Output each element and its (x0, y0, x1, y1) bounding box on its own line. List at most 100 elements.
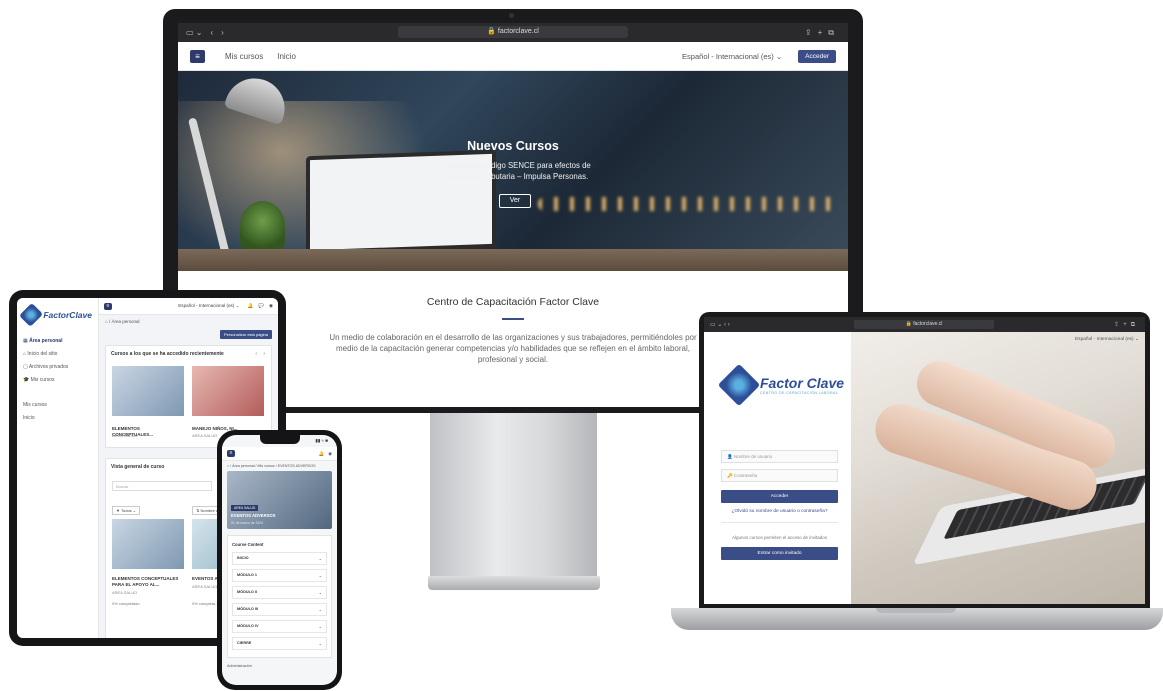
menu-toggle-button[interactable]: ≡ (190, 49, 205, 63)
phone-footer: Administración (227, 664, 252, 668)
back-icon[interactable]: ‹ (210, 28, 213, 37)
menu-item-private-files[interactable]: ▢ Archivos privados (23, 360, 92, 373)
section-row[interactable]: INICIO ⌄ (232, 552, 327, 565)
forgot-password-link[interactable]: ¿Olvidó su nombre de usuario o contraseñ… (721, 509, 838, 514)
avatar[interactable]: ◉ (269, 303, 273, 309)
customize-page-button[interactable]: Personalizar esta página (219, 330, 272, 339)
hero-banner: Nuevos Cursos Cursos con código SENCE pa… (178, 71, 848, 271)
tablet-language[interactable]: Español - Internacional (es) ⌄ (178, 303, 239, 309)
section-row[interactable]: CIERRE ⌄ (232, 637, 327, 650)
site-navbar: ≡ Mis cursos Inicio Español - Internacio… (178, 42, 848, 71)
laptop-screen: ▭ ⌄ ‹ › 🔒 factorclave.cl ⇪+⧉ Español - I… (704, 317, 1145, 604)
phone-screen: ▮▮ ≈ ■ ≡ 🔔 ◉ ⌂ / Área personal / Mis cur… (222, 435, 337, 685)
logo-text: Factor Clave (760, 375, 845, 391)
laptop-base (671, 608, 1163, 630)
laptop-device: ▭ ⌄ ‹ › 🔒 factorclave.cl ⇪+⧉ Español - I… (699, 312, 1150, 608)
monitor-stand (430, 413, 597, 578)
hero-view-button[interactable]: Ver (499, 194, 531, 208)
logo-subtitle: CENTRO DE CAPACITACIÓN LABORAL (760, 391, 839, 395)
recent-courses-title: Cursos a los que se ha accedido reciente… (111, 351, 224, 357)
course-progress: 0% completa... (192, 601, 219, 606)
nav-home[interactable]: Inicio (277, 52, 296, 61)
laptop-language-selector[interactable]: Español - Internacional (es) ⌄ (1075, 337, 1139, 342)
divider (721, 522, 838, 523)
guest-access-note: Algunos cursos permiten el acceso de inv… (731, 535, 828, 540)
url-text: factorclave.cl (497, 28, 539, 35)
section-row[interactable]: MÓDULO IV ⌄ (232, 620, 327, 633)
login-submit-button[interactable]: Acceder (721, 490, 838, 503)
phone-device: ▮▮ ≈ ■ ≡ 🔔 ◉ ⌂ / Área personal / Mis cur… (217, 430, 342, 690)
share-newtab-tabs-icons[interactable]: ⇪+⧉ (805, 28, 840, 38)
share-newtab-tabs-icons[interactable]: ⇪+⧉ (1114, 321, 1139, 329)
section-row[interactable]: MÓDULO 1 ⌄ (232, 569, 327, 582)
url-text: factorclave.cl (913, 321, 943, 327)
username-input[interactable]: 👤 Nombre de usuario (721, 450, 838, 463)
course-content-title: Course Content (232, 542, 264, 547)
laptop-logo: Factor Clave CENTRO DE CAPACITACIÓN LABO… (717, 363, 845, 407)
guest-login-button[interactable]: Entrar como invitado (721, 547, 838, 560)
tablet-menu-button[interactable]: ≡ (104, 302, 112, 310)
factorclave-logo-icon (19, 302, 44, 328)
chevron-down-icon: ⌄ (318, 556, 322, 561)
course-search-input[interactable]: Buscar (112, 481, 212, 491)
sidebar-toggle-icon[interactable]: ▭ ⌄ (186, 28, 202, 37)
menu-item-my-courses-2[interactable]: Mis cursos (23, 398, 92, 411)
forward-icon[interactable]: › (221, 28, 224, 37)
course-category: AREA SALUD (192, 433, 218, 438)
tablet-breadcrumb[interactable]: ⌂ / Área personal (99, 315, 278, 328)
tablet-topbar: ≡ Español - Internacional (es) ⌄ 🔔 💬 ◉ (99, 298, 278, 315)
device-mockup-stage: ▭ ⌄ ‹ › 🔒 factorclave.cl ⇪+⧉ ≡ Mis curso… (0, 0, 1163, 691)
address-bar[interactable]: 🔒 factorclave.cl (854, 320, 994, 329)
chevron-down-icon: ⌄ (318, 573, 322, 578)
tablet-menu: ▦ Área personal ⌂ Inicio del sitio ▢ Arc… (17, 334, 98, 424)
typing-hands-photo (851, 332, 1145, 604)
bokeh-lights (538, 197, 838, 211)
course-thumbnail[interactable] (192, 366, 264, 416)
sidebar-toggle-icon[interactable]: ▭ ⌄ ‹ › (710, 321, 730, 328)
next-icon[interactable]: › (263, 351, 265, 357)
address-bar[interactable]: 🔒 factorclave.cl (398, 26, 628, 38)
chevron-down-icon: ⌄ (318, 590, 322, 595)
course-thumbnail[interactable] (112, 366, 184, 416)
course-header-image: AREA SALUD EVENTOS ADVERSOS 01 de marzo … (227, 471, 332, 529)
tablet-logo: FactorClave (17, 298, 98, 334)
laptop-browser-toolbar: ▭ ⌄ ‹ › 🔒 factorclave.cl ⇪+⧉ (704, 317, 1145, 332)
nav-my-courses[interactable]: Mis cursos (225, 52, 263, 61)
monitor-stand-base (428, 576, 600, 590)
phone-topbar: ≡ 🔔 ◉ (222, 447, 337, 461)
menu-item-home[interactable]: Inicio (23, 411, 92, 424)
menu-item-dashboard[interactable]: ▦ Área personal (23, 334, 92, 347)
course-category: AREA SALUD (112, 433, 138, 438)
camera-dot (509, 13, 514, 18)
course-category: AREA SALUD (112, 590, 138, 595)
section-row[interactable]: MÓDULO II ⌄ (232, 586, 327, 599)
language-selector[interactable]: Español - Internacional (es) ⌄ (682, 52, 782, 61)
course-thumbnail[interactable] (112, 519, 184, 569)
chevron-down-icon: ⌄ (318, 641, 322, 646)
factorclave-logo-icon (717, 363, 761, 407)
bell-icon[interactable]: 🔔 (318, 451, 324, 457)
course-title[interactable]: ELEMENTOS CONCEPTUALES PARA EL APOYO AL.… (112, 576, 182, 588)
section-row[interactable]: MÓDULO III ⌄ (232, 603, 327, 616)
chat-icon[interactable]: 💬 (258, 303, 264, 309)
menu-item-site-home[interactable]: ⌂ Inicio del sitio (23, 347, 92, 360)
plant-image (240, 201, 285, 251)
login-form: Factor Clave CENTRO DE CAPACITACIÓN LABO… (704, 332, 851, 604)
avatar[interactable]: ◉ (328, 451, 332, 457)
phone-menu-button[interactable]: ≡ (227, 450, 235, 457)
chevron-down-icon: ⌄ (318, 624, 322, 629)
logo-text: FactorClave (43, 310, 92, 320)
about-text: Un medio de colaboración en el desarroll… (329, 333, 697, 364)
login-button[interactable]: Acceder (798, 49, 836, 63)
phone-breadcrumb[interactable]: ⌂ / Área personal / Mis cursos / EVENTOS… (222, 461, 337, 471)
browser-toolbar: ▭ ⌄ ‹ › 🔒 factorclave.cl ⇪+⧉ (178, 23, 848, 42)
password-input[interactable]: 🔑 Contraseña (721, 469, 838, 482)
course-category: AREA SALUD (192, 584, 218, 589)
prev-icon[interactable]: ‹ (255, 351, 257, 357)
bell-icon[interactable]: 🔔 (248, 303, 254, 309)
filter-dropdown[interactable]: ▼ Todos ⌄ (112, 506, 141, 515)
category-badge: AREA SALUD (231, 505, 259, 511)
tablet-sidebar: FactorClave ▦ Área personal ⌂ Inicio del… (17, 298, 99, 638)
phone-notch (260, 435, 300, 444)
menu-item-my-courses[interactable]: 🎓 Mis cursos (23, 373, 92, 386)
